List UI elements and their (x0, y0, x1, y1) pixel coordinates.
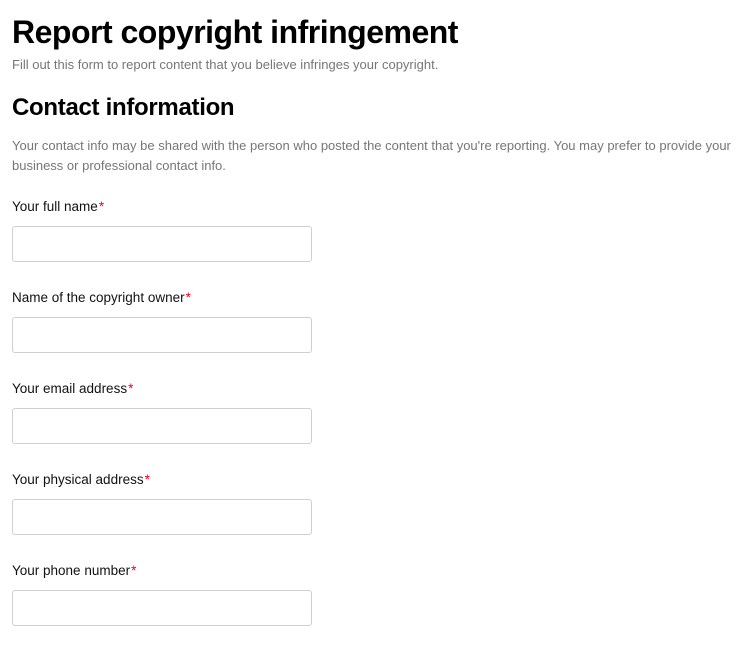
page-title: Report copyright infringement (12, 14, 738, 51)
email-label: Your email address* (12, 381, 738, 396)
full-name-input[interactable] (12, 226, 312, 262)
field-phone: Your phone number* (12, 563, 738, 626)
section-description: Your contact info may be shared with the… (12, 136, 732, 175)
full-name-label: Your full name* (12, 199, 738, 214)
owner-name-label: Name of the copyright owner* (12, 290, 738, 305)
field-email: Your email address* (12, 381, 738, 444)
required-marker: * (99, 199, 104, 214)
section-heading: Contact information (12, 94, 738, 122)
email-label-text: Your email address (12, 381, 127, 396)
required-marker: * (145, 472, 150, 487)
page-subtitle: Fill out this form to report content tha… (12, 57, 738, 72)
physical-address-input[interactable] (12, 499, 312, 535)
field-full-name: Your full name* (12, 199, 738, 262)
email-input[interactable] (12, 408, 312, 444)
full-name-label-text: Your full name (12, 199, 98, 214)
phone-label-text: Your phone number (12, 563, 130, 578)
physical-address-label: Your physical address* (12, 472, 738, 487)
physical-address-label-text: Your physical address (12, 472, 144, 487)
required-marker: * (186, 290, 191, 305)
phone-input[interactable] (12, 590, 312, 626)
owner-name-label-text: Name of the copyright owner (12, 290, 185, 305)
owner-name-input[interactable] (12, 317, 312, 353)
field-physical-address: Your physical address* (12, 472, 738, 535)
required-marker: * (128, 381, 133, 396)
required-marker: * (131, 563, 136, 578)
field-owner-name: Name of the copyright owner* (12, 290, 738, 353)
phone-label: Your phone number* (12, 563, 738, 578)
